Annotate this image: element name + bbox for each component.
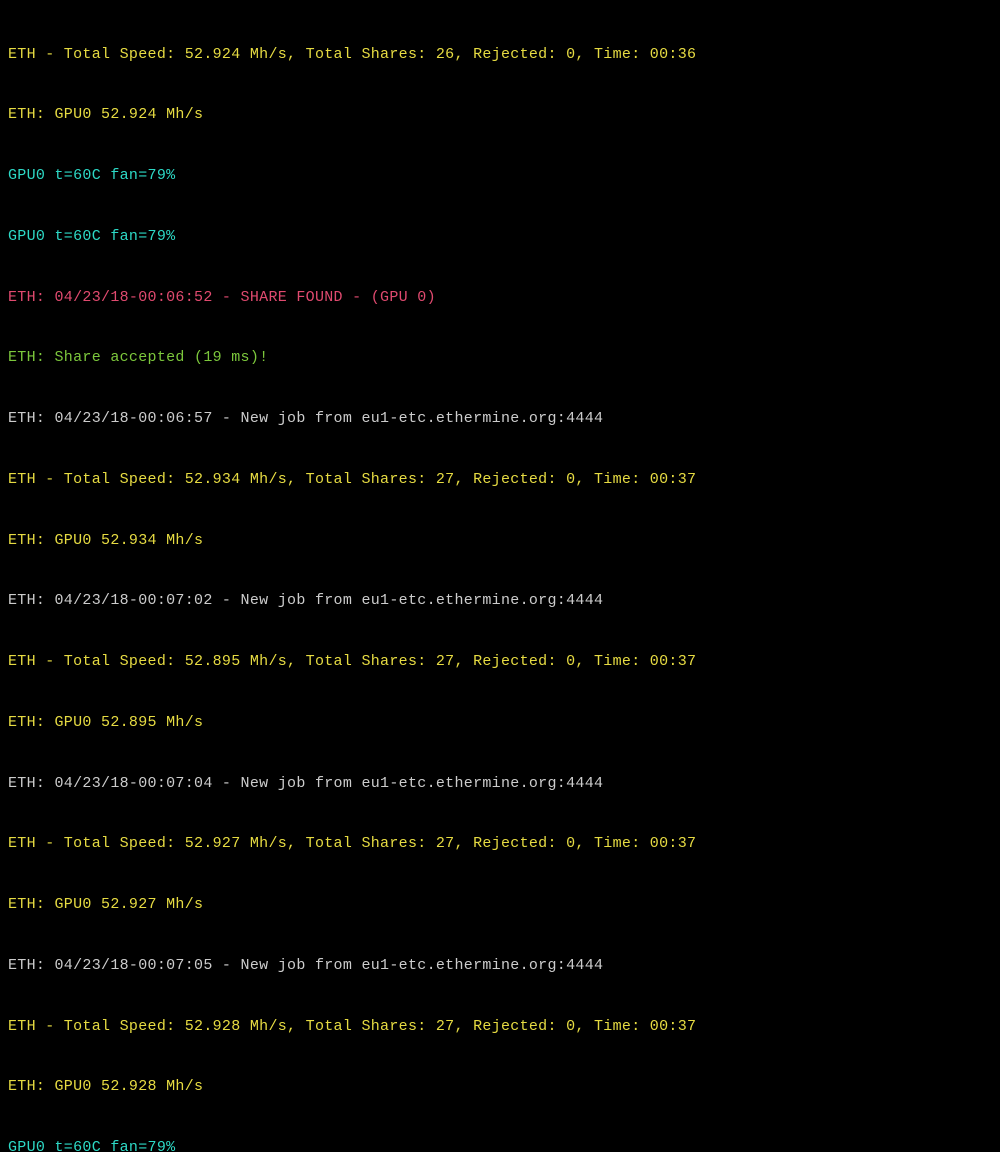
log-line: ETH - Total Speed: 52.934 Mh/s, Total Sh… [8,470,992,490]
log-line: ETH: 04/23/18-00:07:04 - New job from eu… [8,774,992,794]
log-line: ETH: GPU0 52.934 Mh/s [8,531,992,551]
log-line: ETH: 04/23/18-00:06:52 - SHARE FOUND - (… [8,288,992,308]
log-line: ETH: GPU0 52.924 Mh/s [8,105,992,125]
log-line: ETH - Total Speed: 52.927 Mh/s, Total Sh… [8,834,992,854]
log-line: GPU0 t=60C fan=79% [8,166,992,186]
log-line: GPU0 t=60C fan=79% [8,227,992,247]
log-line: ETH: GPU0 52.895 Mh/s [8,713,992,733]
log-line: ETH - Total Speed: 52.924 Mh/s, Total Sh… [8,45,992,65]
log-line: ETH: 04/23/18-00:07:02 - New job from eu… [8,591,992,611]
log-line: ETH: GPU0 52.928 Mh/s [8,1077,992,1097]
log-line: GPU0 t=60C fan=79% [8,1138,992,1152]
log-line: ETH: Share accepted (19 ms)! [8,348,992,368]
log-line: ETH: 04/23/18-00:07:05 - New job from eu… [8,956,992,976]
log-line: ETH - Total Speed: 52.895 Mh/s, Total Sh… [8,652,992,672]
log-line: ETH - Total Speed: 52.928 Mh/s, Total Sh… [8,1017,992,1037]
log-line: ETH: GPU0 52.927 Mh/s [8,895,992,915]
terminal-output: ETH - Total Speed: 52.924 Mh/s, Total Sh… [8,4,992,1152]
log-line: ETH: 04/23/18-00:06:57 - New job from eu… [8,409,992,429]
